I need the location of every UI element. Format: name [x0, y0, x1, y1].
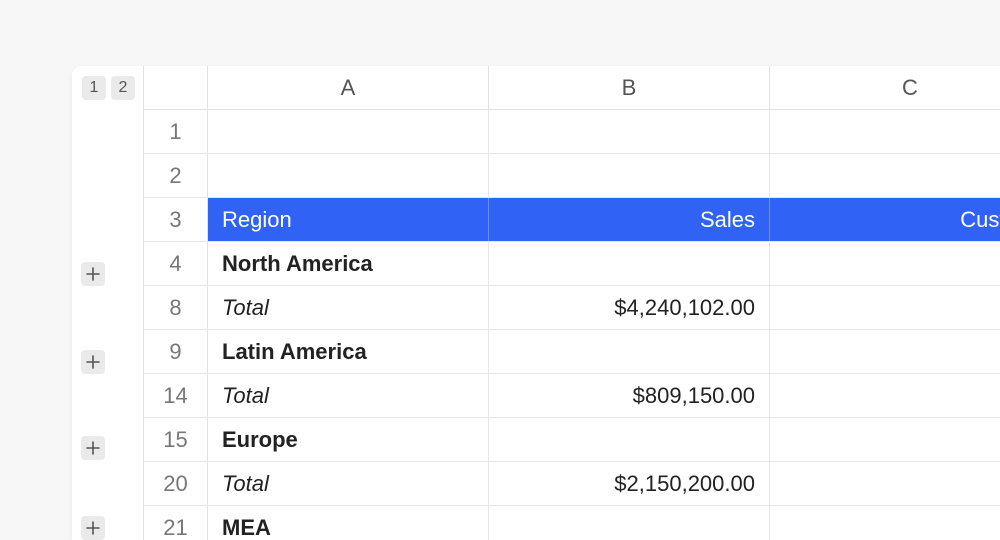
header-cell-sales[interactable]: Sales — [489, 198, 770, 241]
plus-icon — [86, 441, 100, 455]
expand-group-button[interactable] — [81, 350, 105, 374]
plus-icon — [86, 521, 100, 535]
cell-total-value[interactable]: $2,150,200.00 — [489, 462, 770, 505]
cell[interactable] — [208, 110, 489, 153]
expand-group-button[interactable] — [81, 516, 105, 540]
cell[interactable]: 2 — [770, 286, 1000, 329]
column-header-a[interactable]: A — [208, 66, 489, 109]
table-row: 8 Total $4,240,102.00 2 — [144, 286, 1000, 330]
table-row: 2 — [144, 154, 1000, 198]
column-headers-row: A B C — [144, 66, 1000, 110]
outline-column: 1 2 — [72, 66, 144, 540]
cell[interactable] — [489, 506, 770, 540]
cell[interactable] — [770, 110, 1000, 153]
outline-level-buttons: 1 2 — [82, 76, 135, 100]
row-header[interactable]: 2 — [144, 154, 208, 197]
select-all-corner[interactable] — [144, 66, 208, 109]
header-cell-region[interactable]: Region — [208, 198, 489, 241]
row-header[interactable]: 15 — [144, 418, 208, 461]
cell[interactable] — [489, 110, 770, 153]
expand-group-button[interactable] — [81, 436, 105, 460]
cell[interactable] — [770, 418, 1000, 461]
cell-total-value[interactable]: $4,240,102.00 — [489, 286, 770, 329]
table-row: 4 North America — [144, 242, 1000, 286]
cell-total-value[interactable]: $809,150.00 — [489, 374, 770, 417]
row-header[interactable]: 4 — [144, 242, 208, 285]
row-header[interactable]: 8 — [144, 286, 208, 329]
rows-container: 1 2 3 Region Sales Custom 4 North Americ… — [144, 110, 1000, 540]
spreadsheet-container: 1 2 A B C 1 — [72, 66, 1000, 540]
outline-level-2-button[interactable]: 2 — [111, 76, 135, 100]
plus-icon — [86, 355, 100, 369]
row-header[interactable]: 1 — [144, 110, 208, 153]
cell-region-name[interactable]: MEA — [208, 506, 489, 540]
cell[interactable] — [489, 154, 770, 197]
cell[interactable] — [770, 506, 1000, 540]
table-row: 1 — [144, 110, 1000, 154]
cell-total-label[interactable]: Total — [208, 286, 489, 329]
cell[interactable] — [489, 418, 770, 461]
cell[interactable] — [489, 330, 770, 373]
header-cell-customers[interactable]: Custom — [770, 198, 1000, 241]
cell-total-label[interactable]: Total — [208, 374, 489, 417]
row-header[interactable]: 14 — [144, 374, 208, 417]
cell[interactable] — [208, 154, 489, 197]
column-header-b[interactable]: B — [489, 66, 770, 109]
table-row: 20 Total $2,150,200.00 1 — [144, 462, 1000, 506]
cell[interactable] — [770, 374, 1000, 417]
expand-group-button[interactable] — [81, 262, 105, 286]
table-row: 9 Latin America — [144, 330, 1000, 374]
table-header-row: 3 Region Sales Custom — [144, 198, 1000, 242]
cell[interactable] — [770, 330, 1000, 373]
cell[interactable] — [770, 154, 1000, 197]
table-row: 15 Europe — [144, 418, 1000, 462]
cell-region-name[interactable]: Latin America — [208, 330, 489, 373]
column-header-c[interactable]: C — [770, 66, 1000, 109]
table-row: 21 MEA — [144, 506, 1000, 540]
cell-region-name[interactable]: North America — [208, 242, 489, 285]
grid-area: A B C 1 2 3 Region Sales Custom — [144, 66, 1000, 540]
row-header[interactable]: 21 — [144, 506, 208, 540]
cell-total-label[interactable]: Total — [208, 462, 489, 505]
outline-level-1-button[interactable]: 1 — [82, 76, 106, 100]
row-header[interactable]: 9 — [144, 330, 208, 373]
row-header[interactable]: 20 — [144, 462, 208, 505]
cell[interactable] — [489, 242, 770, 285]
cell[interactable]: 1 — [770, 462, 1000, 505]
cell-region-name[interactable]: Europe — [208, 418, 489, 461]
table-row: 14 Total $809,150.00 — [144, 374, 1000, 418]
plus-icon — [86, 267, 100, 281]
cell[interactable] — [770, 242, 1000, 285]
row-header[interactable]: 3 — [144, 198, 208, 241]
